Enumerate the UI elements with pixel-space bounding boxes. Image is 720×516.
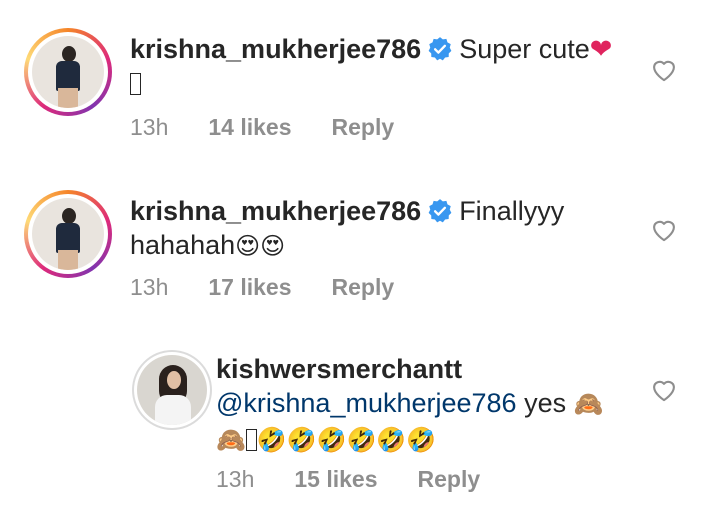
comment-body: yes	[524, 388, 567, 418]
heart-outline-icon[interactable]	[650, 56, 678, 82]
heart-outline-icon[interactable]	[650, 216, 678, 242]
verified-badge-icon	[428, 37, 452, 61]
avatar-story-ring[interactable]	[24, 190, 112, 278]
comment-body: Finallyyy	[459, 196, 565, 226]
avatar-story-ring[interactable]	[24, 28, 112, 116]
username[interactable]: krishna_mukherjee786	[130, 196, 421, 226]
comment-text: krishna_mukherjee786 Super cute❤	[130, 32, 630, 100]
avatar	[32, 36, 104, 108]
reply-button[interactable]: Reply	[332, 114, 395, 141]
likes-count[interactable]: 17 likes	[208, 274, 291, 301]
mention-link[interactable]: @krishna_mukherjee786	[216, 388, 517, 418]
comment-meta: 13h 17 likes Reply	[130, 274, 394, 301]
likes-count[interactable]: 14 likes	[208, 114, 291, 141]
username[interactable]: krishna_mukherjee786	[130, 34, 421, 64]
comment-text: krishna_mukherjee786 Finallyyy hahahah😍😍	[130, 194, 630, 264]
avatar	[32, 198, 104, 270]
heart-outline-icon[interactable]	[650, 376, 678, 402]
see-no-evil-monkey-emoji: 🙈	[573, 391, 604, 418]
comment-meta: 13h 15 likes Reply	[216, 466, 480, 493]
unrendered-glyph	[130, 73, 141, 95]
rofl-emoji: 🤣🤣🤣🤣🤣🤣	[256, 427, 437, 454]
avatar	[137, 355, 207, 425]
timestamp: 13h	[216, 466, 255, 492]
likes-count[interactable]: 15 likes	[294, 466, 377, 493]
red-heart-emoji: ❤	[589, 34, 613, 64]
comment-body-line2: hahahah	[130, 230, 236, 260]
comment-text: kishwersmerchantt @krishna_mukherjee786 …	[216, 352, 636, 458]
timestamp: 13h	[130, 274, 169, 300]
avatar-ring[interactable]	[132, 350, 212, 430]
reply-button[interactable]: Reply	[418, 466, 481, 493]
reply-button[interactable]: Reply	[332, 274, 395, 301]
heart-eyes-emoji: 😍😍	[235, 233, 286, 260]
username[interactable]: kishwersmerchantt	[216, 354, 462, 384]
timestamp: 13h	[130, 114, 169, 140]
comment-meta: 13h 14 likes Reply	[130, 114, 394, 141]
see-no-evil-monkey-emoji: 🙈	[216, 427, 246, 454]
unrendered-glyph	[245, 429, 257, 451]
verified-badge-icon	[428, 199, 452, 223]
comment-body: Super cute	[459, 34, 590, 64]
